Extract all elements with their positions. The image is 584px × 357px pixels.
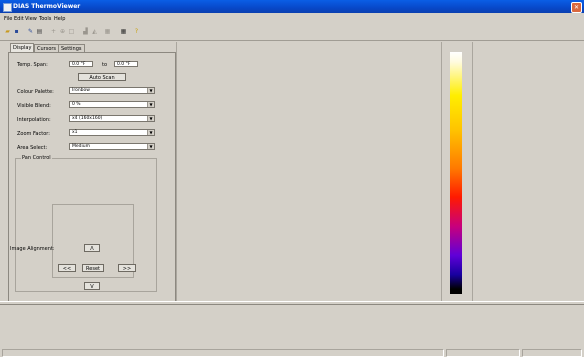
temp-to-label: to bbox=[102, 62, 108, 68]
window-title: DIAS ThermoViewer bbox=[13, 3, 81, 10]
menu-bar: File Edit View Tools Help bbox=[0, 13, 584, 24]
info-pane bbox=[472, 42, 584, 301]
toolbar: ▰ ▪ ✎ ▤ + ⊕ □ ▟ ◭ ▦ ▦ ? bbox=[0, 24, 584, 41]
area-select-value: Medium bbox=[72, 144, 90, 149]
help-icon[interactable]: ? bbox=[133, 28, 140, 35]
zoom-factor-value: x1 bbox=[72, 130, 78, 135]
align-right-button[interactable]: >> bbox=[118, 264, 136, 272]
bottom-pane bbox=[0, 306, 584, 348]
profile-icon[interactable]: ◭ bbox=[91, 28, 98, 35]
interpolation-label: Interpolation: bbox=[17, 117, 51, 123]
palette-icon[interactable]: ▦ bbox=[120, 28, 127, 35]
chevron-down-icon[interactable]: ▼ bbox=[147, 88, 154, 93]
interpolation-select[interactable]: x4 (160x160) ▼ bbox=[69, 115, 155, 122]
chevron-down-icon[interactable]: ▼ bbox=[147, 102, 154, 107]
chevron-down-icon[interactable]: ▼ bbox=[147, 144, 154, 149]
status-bar bbox=[0, 348, 584, 357]
align-up-button[interactable]: Λ bbox=[84, 244, 100, 252]
grid-icon[interactable]: ▦ bbox=[104, 28, 111, 35]
menu-help[interactable]: Help bbox=[54, 16, 65, 22]
print-icon[interactable]: ▤ bbox=[36, 28, 43, 35]
colour-palette-select[interactable]: Ironbow ▼ bbox=[69, 87, 155, 94]
visible-blend-value: 0 % bbox=[72, 102, 81, 107]
area-select-label: Area Select: bbox=[17, 145, 48, 151]
menu-edit[interactable]: Edit bbox=[14, 16, 24, 22]
image-alignment-label: Image Alignment: bbox=[10, 246, 55, 252]
area-icon[interactable]: □ bbox=[68, 28, 75, 35]
colour-palette-value: Ironbow bbox=[72, 88, 90, 93]
colour-scale-bar bbox=[450, 52, 462, 294]
visible-blend-label: Visible Blend: bbox=[17, 103, 51, 109]
temp-span-label: Temp. Span: bbox=[17, 62, 48, 68]
align-left-button[interactable]: << bbox=[58, 264, 76, 272]
add-icon[interactable]: + bbox=[50, 28, 57, 35]
chevron-down-icon[interactable]: ▼ bbox=[147, 130, 154, 135]
zoom-icon[interactable]: ⊕ bbox=[59, 28, 66, 35]
interpolation-value: x4 (160x160) bbox=[72, 116, 103, 121]
chevron-down-icon[interactable]: ▼ bbox=[147, 116, 154, 121]
align-down-button[interactable]: V bbox=[84, 282, 100, 290]
image-viewer[interactable] bbox=[176, 42, 442, 301]
report-icon[interactable]: ✎ bbox=[27, 28, 34, 35]
close-button[interactable]: ✕ bbox=[571, 2, 582, 13]
horizontal-splitter[interactable] bbox=[0, 301, 584, 305]
area-select-select[interactable]: Medium ▼ bbox=[69, 143, 155, 150]
title-bar[interactable]: DIAS ThermoViewer ✕ bbox=[0, 0, 584, 13]
zoom-factor-label: Zoom Factor: bbox=[17, 131, 50, 137]
visible-blend-select[interactable]: 0 % ▼ bbox=[69, 101, 155, 108]
zoom-factor-select[interactable]: x1 ▼ bbox=[69, 129, 155, 136]
open-icon[interactable]: ▰ bbox=[4, 28, 11, 35]
control-panel: Display Cursors Settings Temp. Span: 0.0… bbox=[8, 42, 176, 302]
menu-file[interactable]: File bbox=[4, 16, 12, 22]
align-reset-button[interactable]: Reset bbox=[82, 264, 104, 272]
pan-control-label: Pan Control bbox=[21, 155, 52, 161]
histogram-icon[interactable]: ▟ bbox=[82, 28, 89, 35]
auto-scan-button[interactable]: Auto Scan bbox=[78, 73, 126, 81]
colour-palette-label: Colour Palette: bbox=[17, 89, 54, 95]
menu-tools[interactable]: Tools bbox=[39, 16, 51, 22]
temp-to-field[interactable]: 0.0 °F bbox=[114, 61, 138, 67]
app-icon bbox=[3, 3, 12, 12]
menu-view[interactable]: View bbox=[25, 16, 37, 22]
temp-from-field[interactable]: 0.0 °F bbox=[69, 61, 93, 67]
save-icon[interactable]: ▪ bbox=[13, 28, 20, 35]
